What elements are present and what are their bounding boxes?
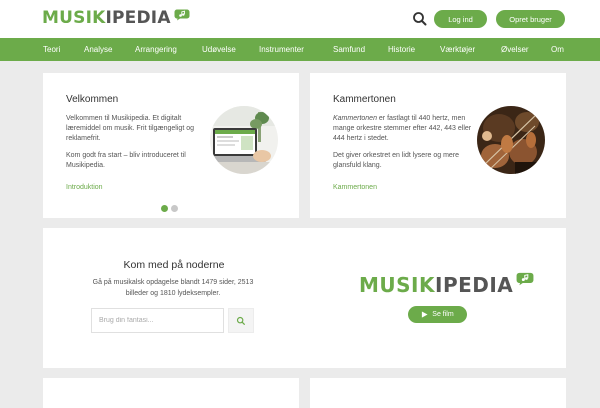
- card-body: Kammertonen er fastlagt til 440 hertz, m…: [333, 114, 473, 178]
- main-nav: Teori Analyse Arrangering Udøvelse Instr…: [0, 38, 600, 61]
- cta-card: Kom med på noderne Gå på musikalsk opdag…: [43, 228, 566, 368]
- search-input[interactable]: [91, 308, 224, 333]
- carousel-dot[interactable]: [171, 205, 178, 212]
- cta-description: Gå på musikalsk opdagelse blandt 1479 si…: [92, 279, 254, 297]
- nav-item-teori[interactable]: Teori: [43, 38, 60, 61]
- lower-card-left: [43, 378, 299, 408]
- search-submit-button[interactable]: [228, 308, 254, 333]
- nav-item-analyse[interactable]: Analyse: [84, 38, 112, 61]
- nav-item-instrumenter[interactable]: Instrumenter: [259, 38, 304, 61]
- play-film-button[interactable]: Se film: [408, 306, 467, 323]
- music-note-speech-bubble-icon: [516, 272, 534, 286]
- card-title: Velkommen: [66, 94, 119, 105]
- music-note-speech-bubble-icon: [174, 9, 190, 21]
- cta-title: Kom med på noderne: [123, 259, 225, 271]
- login-button[interactable]: Log ind: [434, 10, 487, 28]
- card-body: Velkommen til Musikipedia. Et digitalt l…: [66, 114, 206, 178]
- nav-item-vaerktoejer[interactable]: Værktøjer: [440, 38, 475, 61]
- welcome-card: Velkommen Velkommen til Musikipedia. Et …: [43, 73, 299, 218]
- nav-item-arrangering[interactable]: Arrangering: [135, 38, 177, 61]
- nav-item-oevelser[interactable]: Øvelser: [501, 38, 529, 61]
- register-button[interactable]: Opret bruger: [496, 10, 565, 28]
- search-icon: [236, 316, 245, 325]
- carousel-dots: [161, 205, 178, 212]
- laptop-photo: [210, 106, 278, 174]
- play-icon: [422, 311, 428, 318]
- card-title: Kammertonen: [333, 94, 396, 105]
- chamber-tone-link[interactable]: Kammertonen: [333, 184, 377, 191]
- large-logo: MUSIKIPEDIA: [359, 272, 534, 297]
- logo-text: MUSIKIPEDIA: [42, 8, 171, 28]
- card-paragraph: Det giver orkestret en lidt lysere og me…: [333, 152, 460, 169]
- orchestra-photo: [477, 106, 545, 174]
- site-logo[interactable]: MUSIKIPEDIA: [42, 8, 190, 28]
- introduction-link[interactable]: Introduktion: [66, 184, 103, 191]
- nav-item-om[interactable]: Om: [551, 38, 564, 61]
- card-paragraph: Kammertonen er fastlagt til 440 hertz, m…: [333, 115, 472, 142]
- play-film-label: Se film: [432, 311, 454, 318]
- nav-item-historie[interactable]: Historie: [388, 38, 415, 61]
- search-icon[interactable]: [411, 10, 429, 28]
- card-paragraph: Kom godt fra start – bliv introduceret t…: [66, 152, 186, 169]
- nav-item-udoevelse[interactable]: Udøvelse: [202, 38, 236, 61]
- carousel-dot[interactable]: [161, 205, 168, 212]
- lower-card-right: [310, 378, 566, 408]
- top-header: MUSIKIPEDIA Log ind Opret bruger: [0, 0, 600, 38]
- card-paragraph: Velkommen til Musikipedia. Et digitalt l…: [66, 115, 194, 142]
- logo-text: MUSIKIPEDIA: [359, 273, 514, 297]
- chamber-tone-card: Kammertonen Kammertonen er fastlagt til …: [161, 73, 566, 218]
- nav-item-samfund[interactable]: Samfund: [333, 38, 365, 61]
